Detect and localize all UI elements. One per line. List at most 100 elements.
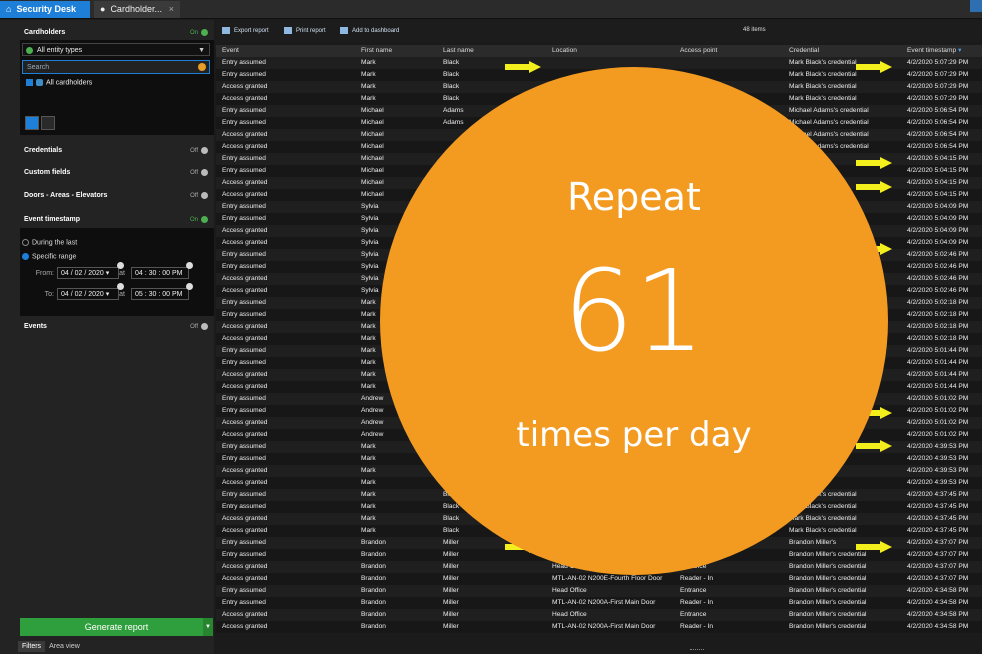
- section-events[interactable]: Events Off: [18, 318, 214, 336]
- table-cell: 4/2/2020 5:02:18 PM: [907, 299, 969, 306]
- tab-cardholder-report[interactable]: ● Cardholder... ×: [94, 1, 180, 18]
- table-cell: 4/2/2020 4:37:07 PM: [907, 539, 969, 546]
- table-cell: 4/2/2020 4:37:45 PM: [907, 515, 969, 522]
- table-cell: Michael: [361, 155, 384, 162]
- table-cell: 4/2/2020 4:37:45 PM: [907, 491, 969, 498]
- table-cell: Brandon Miller's credential: [789, 587, 867, 594]
- table-cell: Miller: [443, 599, 459, 606]
- entity-icon: [26, 47, 33, 54]
- table-header: Event First name Last name Location Acce…: [216, 45, 982, 57]
- column-header-location[interactable]: Location: [552, 45, 678, 57]
- column-header-last-name[interactable]: Last name: [443, 45, 551, 57]
- search-input[interactable]: Search: [22, 60, 210, 74]
- table-cell: Entrance: [680, 587, 707, 594]
- clear-from-time-icon[interactable]: [186, 262, 193, 269]
- table-row[interactable]: Access granted Brandon Miller MTL-AN-02 N20…: [216, 573, 982, 585]
- print-report-button[interactable]: Print report: [284, 27, 326, 36]
- add-to-dashboard-button[interactable]: Add to dashboard: [340, 27, 399, 36]
- radio-icon[interactable]: [22, 253, 29, 260]
- clear-to-time-icon[interactable]: [186, 283, 193, 290]
- clear-to-date-icon[interactable]: [117, 283, 124, 290]
- table-cell: 4/2/2020 5:02:46 PM: [907, 251, 969, 258]
- table-cell: Entry assumed: [222, 443, 266, 450]
- table-cell: 4/2/2020 5:06:54 PM: [907, 131, 969, 138]
- table-cell: 4/2/2020 5:04:09 PM: [907, 203, 969, 210]
- report-toolbar: Export report Print report Add to dashbo…: [216, 20, 982, 42]
- to-time-field[interactable]: 05 : 30 : 00 PM: [131, 288, 189, 300]
- section-custom-fields[interactable]: Custom fields Off: [18, 164, 214, 182]
- table-cell: Brandon: [361, 539, 386, 546]
- table-cell: Head Office: [552, 587, 587, 594]
- column-header-first-name[interactable]: First name: [361, 45, 441, 57]
- table-cell: Entry assumed: [222, 251, 266, 258]
- table-cell: Access granted: [222, 191, 268, 198]
- toggle-switch[interactable]: Off: [190, 187, 208, 205]
- window-menu-button[interactable]: [970, 0, 982, 12]
- section-doors[interactable]: Doors - Areas - Elevators Off: [18, 187, 214, 205]
- specific-range-option[interactable]: Specific range: [22, 253, 76, 260]
- table-cell: 4/2/2020 5:02:18 PM: [907, 335, 969, 342]
- resize-grip[interactable]: [690, 649, 704, 653]
- chevron-down-icon[interactable]: ▼: [203, 618, 213, 636]
- table-cell: Access granted: [222, 179, 268, 186]
- section-event-timestamp[interactable]: Event timestamp On: [18, 211, 214, 229]
- table-cell: 4/2/2020 4:37:07 PM: [907, 575, 969, 582]
- section-title: Events: [24, 323, 47, 330]
- column-header-event[interactable]: Event: [222, 45, 360, 57]
- column-header-access-point[interactable]: Access point: [680, 45, 786, 57]
- toggle-switch[interactable]: On: [190, 211, 208, 229]
- column-header-event-timestamp[interactable]: Event timestamp ▾: [907, 45, 982, 57]
- clear-from-date-icon[interactable]: [117, 262, 124, 269]
- checkbox-icon[interactable]: [26, 79, 33, 86]
- search-placeholder: Search: [27, 64, 50, 71]
- radio-icon[interactable]: [22, 239, 29, 246]
- table-row[interactable]: Entry assumed Brandon Miller Head Office Ent…: [216, 585, 982, 597]
- table-cell: 4/2/2020 5:04:09 PM: [907, 227, 969, 234]
- table-cell: 4/2/2020 5:01:44 PM: [907, 383, 969, 390]
- list-view-button[interactable]: [41, 116, 55, 130]
- table-cell: Mark: [361, 71, 376, 78]
- tab-filters[interactable]: Filters: [18, 641, 46, 652]
- table-cell: 4/2/2020 5:07:29 PM: [907, 83, 969, 90]
- close-icon[interactable]: ×: [169, 1, 174, 18]
- table-cell: Access granted: [222, 131, 268, 138]
- export-report-button[interactable]: Export report: [222, 27, 269, 36]
- items-count: 48 items: [743, 27, 766, 33]
- table-cell: Mark Black's credential: [789, 527, 857, 534]
- generate-report-label: Generate report: [84, 622, 149, 632]
- generate-report-button[interactable]: Generate report ▼: [20, 618, 213, 636]
- table-cell: Michael: [361, 131, 384, 138]
- table-cell: Michael Adams's credential: [789, 119, 869, 126]
- table-row[interactable]: Entry assumed Brandon Miller MTL-AN-02 N200…: [216, 597, 982, 609]
- all-cardholders-item[interactable]: All cardholders: [26, 79, 92, 86]
- table-cell: Mark: [361, 527, 376, 534]
- column-header-credential[interactable]: Credential: [789, 45, 906, 57]
- from-time-field[interactable]: 04 : 30 : 00 PM: [131, 267, 189, 279]
- during-last-option[interactable]: During the last: [22, 239, 77, 246]
- section-credentials[interactable]: Credentials Off: [18, 142, 214, 160]
- tree-view-button[interactable]: [25, 116, 39, 130]
- table-cell: 4/2/2020 5:02:46 PM: [907, 263, 969, 270]
- toggle-knob: [201, 146, 208, 154]
- table-row[interactable]: Access granted Brandon Miller MTL-AN-02 N20…: [216, 621, 982, 633]
- table-cell: Access granted: [222, 323, 268, 330]
- section-title: Event timestamp: [24, 216, 81, 223]
- table-cell: Brandon Miller's credential: [789, 599, 867, 606]
- toggle-switch[interactable]: Off: [190, 318, 208, 336]
- entity-type-select[interactable]: All entity types ▼: [22, 43, 210, 56]
- overlay-number: 61: [562, 247, 706, 377]
- table-cell: Access granted: [222, 575, 268, 582]
- dashboard-icon: [340, 27, 348, 34]
- clear-search-icon[interactable]: [198, 63, 206, 71]
- toggle-switch[interactable]: Off: [190, 142, 208, 160]
- table-cell: Entry assumed: [222, 107, 266, 114]
- table-cell: 4/2/2020 5:02:46 PM: [907, 287, 969, 294]
- table-cell: Michael: [361, 143, 384, 150]
- table-row[interactable]: Access granted Brandon Miller Head Office En…: [216, 609, 982, 621]
- toggle-switch[interactable]: Off: [190, 164, 208, 182]
- table-cell: Mark: [361, 491, 376, 498]
- highlight-arrow-icon: [505, 61, 541, 73]
- tab-area-view[interactable]: Area view: [45, 641, 84, 652]
- tab-security-desk[interactable]: ⌂ Security Desk: [0, 1, 90, 18]
- table-cell: Access granted: [222, 419, 268, 426]
